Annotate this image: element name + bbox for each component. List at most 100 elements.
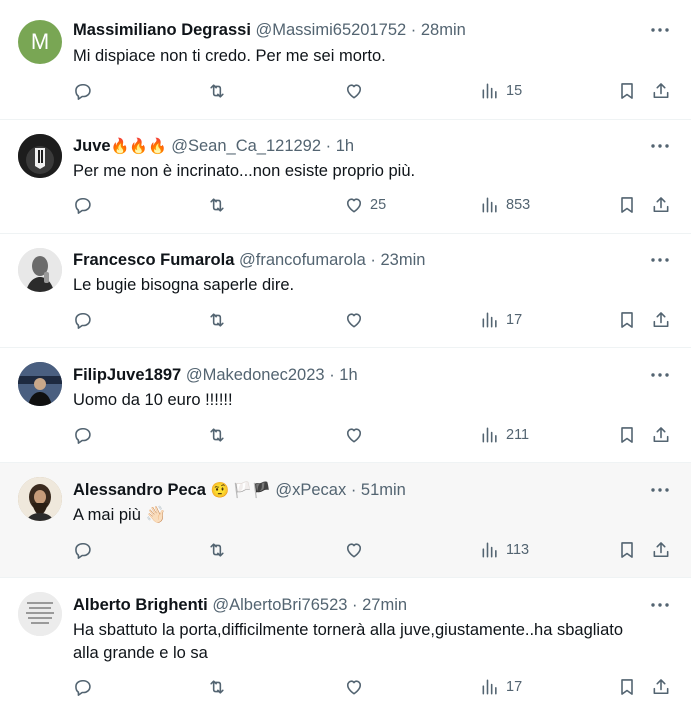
timestamp[interactable]: 23min xyxy=(380,251,425,269)
like-button[interactable]: 25 xyxy=(344,195,386,215)
views-button[interactable]: 17 xyxy=(480,310,522,330)
reply-button[interactable] xyxy=(73,425,93,445)
retweet-button[interactable] xyxy=(207,310,227,330)
separator-dot: · xyxy=(325,137,332,155)
share-icon xyxy=(653,542,669,558)
author-name[interactable]: Massimiliano Degrassi xyxy=(73,21,251,39)
view-count: 15 xyxy=(506,83,523,99)
reply-button[interactable] xyxy=(73,677,93,697)
heart-icon xyxy=(346,543,362,558)
avatar[interactable] xyxy=(18,134,62,178)
more-horizontal-icon[interactable] xyxy=(649,595,671,615)
views-button[interactable]: 17 xyxy=(480,677,522,697)
bookmark-button[interactable] xyxy=(617,310,637,330)
timestamp[interactable]: 51min xyxy=(361,481,406,499)
reply-button[interactable] xyxy=(73,540,93,560)
tweet-text: A mai più 👋🏻 xyxy=(73,506,166,524)
like-button[interactable] xyxy=(344,81,370,101)
author-name[interactable]: Alberto Brighenti xyxy=(73,596,208,614)
like-button[interactable] xyxy=(344,677,370,697)
view-count: 211 xyxy=(506,427,530,443)
retweet-button[interactable] xyxy=(207,81,227,101)
views-button[interactable]: 211 xyxy=(480,425,529,445)
share-button[interactable] xyxy=(651,310,671,330)
more-horizontal-icon[interactable] xyxy=(649,136,671,156)
author-handle[interactable]: @Makedonec2023 xyxy=(186,366,325,384)
views-bar-chart-icon xyxy=(482,197,497,213)
retweet-icon xyxy=(210,313,224,327)
reply-button[interactable] xyxy=(73,310,93,330)
share-button[interactable] xyxy=(651,195,671,215)
author-name[interactable]: FilipJuve1897 xyxy=(73,366,181,384)
tweet[interactable]: M Massimiliano Degrassi @Massimi65201752… xyxy=(0,0,691,120)
view-count: 853 xyxy=(506,197,531,213)
author-name[interactable]: Francesco Fumarola xyxy=(73,251,234,269)
tweet-actions: 17 xyxy=(0,677,691,703)
reply-button[interactable] xyxy=(73,195,93,215)
heart-icon xyxy=(346,198,362,213)
retweet-button[interactable] xyxy=(207,540,227,560)
timestamp[interactable]: 28min xyxy=(421,21,466,39)
timestamp[interactable]: 1h xyxy=(339,366,357,384)
share-button[interactable] xyxy=(651,81,671,101)
avatar[interactable] xyxy=(18,362,62,406)
tweet[interactable]: Alberto Brighenti @AlbertoBri76523 · 27m… xyxy=(0,578,691,720)
like-button[interactable] xyxy=(344,310,370,330)
like-button[interactable] xyxy=(344,425,370,445)
author-name[interactable]: Alessandro Peca xyxy=(73,481,206,499)
retweet-button[interactable] xyxy=(207,195,227,215)
share-button[interactable] xyxy=(651,425,671,445)
avatar[interactable] xyxy=(18,592,62,636)
like-count: 25 xyxy=(370,197,387,213)
tweet[interactable]: FilipJuve1897 @Makedonec2023 · 1h Uomo d… xyxy=(0,348,691,463)
bookmark-button[interactable] xyxy=(617,81,637,101)
bookmark-icon xyxy=(621,427,633,443)
views-button[interactable]: 15 xyxy=(480,81,522,101)
views-button[interactable]: 113 xyxy=(480,540,529,560)
tweet-text: Uomo da 10 euro !!!!!! xyxy=(73,391,233,409)
views-bar-chart-icon xyxy=(482,427,497,443)
like-button[interactable] xyxy=(344,540,370,560)
author-handle[interactable]: @Sean_Ca_121292 xyxy=(171,137,321,155)
author-name[interactable]: Juve xyxy=(73,137,111,155)
bookmark-button[interactable] xyxy=(617,540,637,560)
more-horizontal-icon[interactable] xyxy=(649,365,671,385)
heart-icon xyxy=(346,313,362,328)
timestamp[interactable]: 1h xyxy=(336,137,354,155)
share-button[interactable] xyxy=(651,677,671,697)
avatar[interactable] xyxy=(18,477,62,521)
author-handle[interactable]: @AlbertoBri76523 xyxy=(212,596,347,614)
heart-icon xyxy=(346,680,362,695)
tweet-header: Juve🔥🔥🔥 @Sean_Ca_121292 · 1h xyxy=(73,136,354,157)
tweet-text: Mi dispiace non ti credo. Per me sei mor… xyxy=(73,47,386,65)
bookmark-button[interactable] xyxy=(617,195,637,215)
more-horizontal-icon[interactable] xyxy=(649,480,671,500)
tweet[interactable]: Juve🔥🔥🔥 @Sean_Ca_121292 · 1h Per me non … xyxy=(0,120,691,234)
author-handle[interactable]: @Massimi65201752 xyxy=(256,21,407,39)
tweet-header: Alberto Brighenti @AlbertoBri76523 · 27m… xyxy=(73,595,407,615)
timestamp[interactable]: 27min xyxy=(362,596,407,614)
tweet[interactable]: Francesco Fumarola @francofumarola · 23m… xyxy=(0,234,691,348)
tweet-actions: 17 xyxy=(0,310,691,336)
more-horizontal-icon[interactable] xyxy=(649,20,671,40)
avatar[interactable] xyxy=(18,248,62,292)
author-handle[interactable]: @francofumarola xyxy=(239,251,366,269)
more-horizontal-icon[interactable] xyxy=(649,250,671,270)
reply-feed: M Massimiliano Degrassi @Massimi65201752… xyxy=(0,0,691,720)
retweet-icon xyxy=(210,680,224,694)
author-handle[interactable]: @xPecax xyxy=(275,481,346,499)
bookmark-button[interactable] xyxy=(617,425,637,445)
retweet-button[interactable] xyxy=(207,425,227,445)
bookmark-button[interactable] xyxy=(617,677,637,697)
share-button[interactable] xyxy=(651,540,671,560)
tweet-text: Per me non è incrinato...non esiste prop… xyxy=(73,162,416,180)
views-button[interactable]: 853 xyxy=(480,195,530,215)
view-count: 113 xyxy=(506,542,530,558)
tweet[interactable]: Alessandro Peca 🤨 🏳️🏴 @xPecax · 51min A … xyxy=(0,463,691,578)
view-count: 17 xyxy=(506,679,523,695)
retweet-button[interactable] xyxy=(207,677,227,697)
name-emoji: 🔥🔥🔥 xyxy=(110,138,167,155)
avatar[interactable]: M xyxy=(18,20,62,64)
reply-button[interactable] xyxy=(73,81,93,101)
tweet-actions: 15 xyxy=(0,81,691,107)
